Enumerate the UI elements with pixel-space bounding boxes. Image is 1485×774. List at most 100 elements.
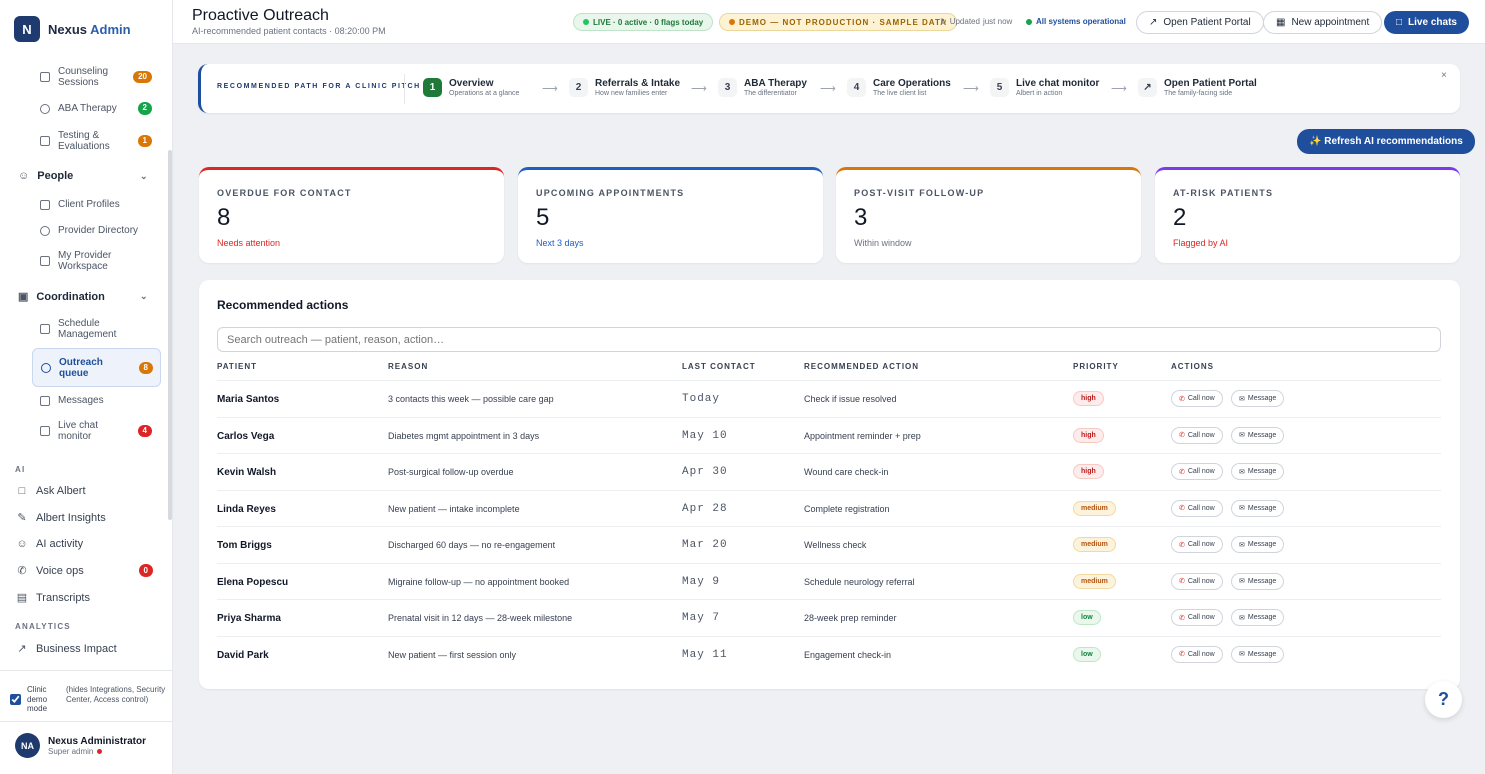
- message-button[interactable]: ✉ Message: [1231, 390, 1285, 407]
- call-now-button[interactable]: ✆ Call now: [1171, 463, 1223, 480]
- refresh-icon: ↻: [940, 17, 947, 26]
- call-now-button[interactable]: ✆ Call now: [1171, 426, 1223, 444]
- count-badge: 8: [138, 361, 153, 375]
- close-icon[interactable]: ×: [1441, 70, 1447, 81]
- message-button[interactable]: ✉ Message: [1231, 572, 1285, 590]
- column-header[interactable]: PRIORITY: [1073, 362, 1119, 371]
- brand[interactable]: N Nexus Admin: [14, 16, 131, 42]
- sidebar-item-transcripts[interactable]: ▤ Transcripts: [16, 591, 90, 605]
- column-header[interactable]: RECOMMENDED ACTION: [804, 362, 919, 371]
- live-chats-button[interactable]: □ Live chats: [1384, 11, 1469, 34]
- demo-mode-label: Clinic demo mode: [27, 685, 48, 714]
- sidebar-item-live-chat[interactable]: Live chat monitor 4: [40, 420, 152, 442]
- sidebar-item-provider-workspace[interactable]: My Provider Workspace: [40, 250, 120, 272]
- table-row[interactable]: Tom Briggs Discharged 60 days — no re-eng…: [217, 526, 1441, 563]
- phone-icon: ✆: [1179, 651, 1185, 658]
- patient-name[interactable]: Maria Santos: [217, 394, 279, 405]
- patient-name[interactable]: Priya Sharma: [217, 613, 281, 624]
- column-header[interactable]: PATIENT: [217, 362, 257, 371]
- message-button[interactable]: ✉ Message: [1231, 609, 1285, 626]
- message-button[interactable]: ✉ Message: [1231, 536, 1285, 553]
- call-now-button[interactable]: ✆ Call now: [1171, 609, 1223, 626]
- count-badge: 2: [137, 102, 152, 115]
- sidebar-item-messages[interactable]: Messages: [40, 395, 152, 406]
- patient-name[interactable]: Linda Reyes: [217, 504, 276, 515]
- patient-name[interactable]: Kevin Walsh: [217, 467, 276, 478]
- topbar: Proactive Outreach AI-recommended patien…: [173, 0, 1485, 44]
- message-label: Message: [1247, 614, 1277, 621]
- step-number: 3: [718, 78, 737, 97]
- table-row[interactable]: David Park New patient — first session on…: [217, 635, 1441, 673]
- help-button[interactable]: ?: [1425, 681, 1462, 718]
- call-label: Call now: [1187, 577, 1215, 585]
- table-row[interactable]: Carlos Vega Diabetes mgmt appointment in …: [217, 416, 1441, 454]
- recommended-action: Check if issue resolved: [804, 394, 897, 404]
- refresh-ai-button[interactable]: ✨ Refresh AI recommendations: [1297, 129, 1475, 154]
- step-number: 2: [569, 78, 588, 97]
- patient-name[interactable]: Tom Briggs: [217, 540, 272, 551]
- message-button[interactable]: ✉ Message: [1231, 463, 1285, 480]
- patient-name[interactable]: Carlos Vega: [217, 431, 274, 442]
- patient-name[interactable]: David Park: [217, 650, 269, 661]
- people-icon: ☺: [18, 170, 30, 182]
- message-button[interactable]: ✉ Message: [1231, 426, 1285, 444]
- sidebar-item-client-profiles[interactable]: Client Profiles: [40, 199, 120, 210]
- table-row[interactable]: Linda Reyes New patient — intake incomple…: [217, 489, 1441, 527]
- sidebar-item-counseling[interactable]: Counseling Sessions 20: [40, 66, 152, 88]
- path-step-aba[interactable]: 3 ABA Therapy The differentiator: [718, 78, 807, 97]
- demo-mode-checkbox[interactable]: [10, 694, 21, 705]
- sidebar-item-business-impact[interactable]: ↗ Business Impact: [16, 642, 116, 656]
- step-title: Care Operations: [873, 78, 951, 89]
- column-header[interactable]: ACTIONS: [1171, 362, 1214, 371]
- new-appointment-button[interactable]: ▦ New appointment: [1263, 11, 1383, 34]
- last-contact: Apr 30: [682, 466, 728, 478]
- sidebar-item-voice-ops[interactable]: ✆ Voice ops 0: [16, 564, 153, 577]
- sidebar-group-coordination[interactable]: ▣ Coordination ⌄: [18, 290, 158, 304]
- sidebar-item-ai-activity[interactable]: ☺ AI activity: [16, 538, 83, 550]
- sidebar-item-testing[interactable]: Testing & Evaluations 1: [40, 130, 152, 152]
- column-header[interactable]: LAST CONTACT: [682, 362, 756, 371]
- patient-name[interactable]: Elena Popescu: [217, 577, 288, 588]
- sidebar-item-schedule[interactable]: Schedule Management: [40, 318, 152, 340]
- mail-icon: ✉: [1239, 395, 1245, 403]
- arrow-right-icon: ⟶: [963, 83, 979, 95]
- call-now-button[interactable]: ✆ Call now: [1171, 390, 1223, 407]
- call-now-button[interactable]: ✆ Call now: [1171, 572, 1223, 590]
- stat-card-at-risk[interactable]: AT-RISK PATIENTS 2 Flagged by AI: [1155, 167, 1460, 263]
- search-input[interactable]: [217, 327, 1441, 352]
- call-now-button[interactable]: ✆ Call now: [1171, 536, 1223, 553]
- path-step-care-ops[interactable]: 4 Care Operations The live client list: [847, 78, 951, 97]
- stat-card-followup[interactable]: POST-VISIT FOLLOW-UP 3 Within window: [836, 167, 1141, 263]
- sidebar-item-aba[interactable]: ABA Therapy 2: [40, 102, 152, 115]
- sidebar-item-provider-directory[interactable]: Provider Directory: [40, 225, 138, 236]
- open-patient-portal-button[interactable]: ↗ Open Patient Portal: [1136, 11, 1264, 34]
- sidebar-item-label: Messages: [58, 395, 104, 406]
- sidebar-item-label: Outreach queue: [59, 357, 103, 379]
- sidebar-scrollbar[interactable]: [168, 150, 172, 520]
- stat-label: UPCOMING APPOINTMENTS: [536, 188, 685, 198]
- path-step-live-chat[interactable]: 5 Live chat monitor Albert in action: [990, 78, 1099, 97]
- status-dot: [97, 748, 103, 754]
- table-row[interactable]: Elena Popescu Migraine follow-up — no app…: [217, 562, 1441, 600]
- sidebar-item-ask-albert[interactable]: □ Ask Albert: [16, 485, 86, 497]
- sidebar-item-outreach-queue[interactable]: Outreach queue 8: [32, 348, 161, 387]
- table-row[interactable]: Kevin Walsh Post-surgical follow-up overd…: [217, 453, 1441, 490]
- path-step-portal[interactable]: ↗ Open Patient Portal The family-facing s…: [1138, 78, 1257, 97]
- sidebar-group-people[interactable]: ☺ People ⌄: [18, 170, 158, 182]
- call-now-button[interactable]: ✆ Call now: [1171, 499, 1223, 517]
- message-button[interactable]: ✉ Message: [1231, 645, 1285, 663]
- last-contact: Apr 28: [682, 502, 728, 515]
- stat-card-overdue[interactable]: OVERDUE FOR CONTACT 8 Needs attention: [199, 167, 504, 263]
- message-button[interactable]: ✉ Message: [1231, 499, 1285, 517]
- stat-subtext: Next 3 days: [536, 238, 584, 248]
- user-profile[interactable]: NA Nexus Administrator Super admin: [15, 733, 146, 758]
- call-now-button[interactable]: ✆ Call now: [1171, 645, 1223, 663]
- stat-card-upcoming[interactable]: UPCOMING APPOINTMENTS 5 Next 3 days: [518, 167, 823, 263]
- arrow-right-icon: ⟶: [691, 83, 707, 95]
- table-row[interactable]: Priya Sharma Prenatal visit in 12 days — …: [217, 599, 1441, 636]
- sidebar-item-albert-insights[interactable]: ✎ Albert Insights: [16, 511, 105, 525]
- path-step-referrals[interactable]: 2 Referrals & Intake How new families ent…: [569, 78, 680, 97]
- path-step-overview[interactable]: 1 Overview Operations at a glance: [423, 78, 519, 97]
- column-header[interactable]: REASON: [388, 362, 428, 371]
- table-row[interactable]: Maria Santos 3 contacts this week — possi…: [217, 380, 1441, 417]
